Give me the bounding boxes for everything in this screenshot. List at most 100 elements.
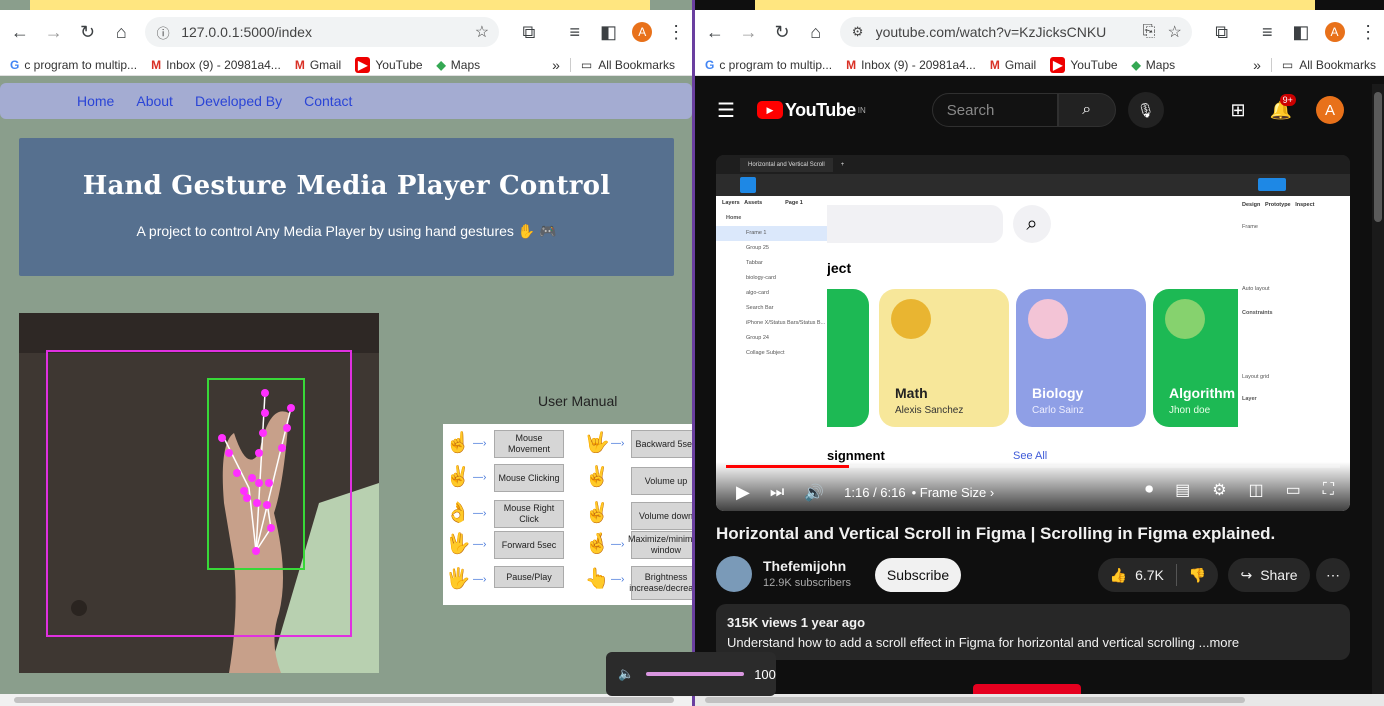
more-actions-icon[interactable]: ⋯: [1316, 558, 1350, 592]
bookmark-item[interactable]: ◆ Maps: [437, 58, 481, 72]
bookmark-label: Inbox (9) - 20981a4...: [861, 57, 976, 72]
like-count[interactable]: 6.7K: [1135, 567, 1164, 583]
media-icon[interactable]: ≡: [559, 16, 591, 48]
progress-bar[interactable]: [726, 465, 1340, 468]
settings-icon[interactable]: ⚙: [1212, 480, 1226, 500]
media-icon[interactable]: ≡: [1251, 16, 1283, 48]
channel-avatar[interactable]: [716, 556, 752, 592]
dislike-icon[interactable]: 👎: [1189, 567, 1206, 584]
bookmark-item[interactable]: M Inbox (9) - 20981a4...: [846, 58, 976, 72]
side-panel-icon[interactable]: ◧: [593, 16, 625, 48]
subtitles-icon[interactable]: ▤: [1175, 480, 1190, 500]
bookmark-star-icon[interactable]: ☆: [475, 22, 489, 42]
profile-button[interactable]: A: [1319, 16, 1351, 48]
nav-developed-by[interactable]: Developed By: [195, 93, 282, 109]
play-icon[interactable]: ▶: [736, 482, 750, 503]
all-bookmarks-link[interactable]: All Bookmarks: [1299, 58, 1376, 72]
info-icon: ⓘ: [156, 25, 170, 41]
description-box[interactable]: 315K views 1 year ago Understand how to …: [716, 604, 1350, 660]
bookmark-star-icon[interactable]: ☆: [1167, 22, 1181, 42]
bookmark-item[interactable]: ▶ YouTube: [355, 56, 423, 73]
account-avatar[interactable]: A: [1316, 96, 1344, 124]
bookmark-item[interactable]: Gc program to multip...: [705, 58, 832, 72]
scrollbar-thumb[interactable]: [1374, 92, 1382, 222]
horizontal-scrollbar[interactable]: [0, 694, 692, 706]
layer-item: algo-card: [746, 290, 769, 296]
bookmark-item[interactable]: Gc program to multip...: [10, 58, 137, 72]
layer-item: Collage Subject: [746, 350, 785, 356]
user-manual-label: User Manual: [538, 393, 618, 409]
more-bookmarks-icon[interactable]: »: [1253, 57, 1261, 73]
search-button[interactable]: ⌕: [1057, 93, 1116, 127]
nav-contact[interactable]: Contact: [304, 93, 352, 109]
theater-mode-icon[interactable]: ▭: [1286, 480, 1301, 500]
gesture-icon: ✌: [584, 466, 610, 488]
profile-button[interactable]: A: [626, 16, 658, 48]
autoplay-toggle-icon[interactable]: ⏺: [1145, 481, 1153, 499]
reload-icon[interactable]: ↻: [766, 16, 798, 48]
nav-about[interactable]: About: [136, 93, 173, 109]
youtube-icon: ▶: [355, 56, 371, 73]
side-panel-icon[interactable]: ◧: [1285, 16, 1317, 48]
figma-tab: Horizontal and Vertical Scroll: [740, 157, 833, 172]
volume-track[interactable]: [646, 672, 745, 676]
gesture-action: Forward 5sec: [494, 531, 564, 559]
subscribe-button[interactable]: Subscribe: [875, 558, 961, 592]
home-icon[interactable]: ⌂: [105, 16, 137, 48]
miniplayer-icon[interactable]: ◫: [1249, 480, 1264, 500]
gesture-action: Volume up: [631, 467, 692, 495]
back-icon[interactable]: ←: [699, 16, 731, 48]
youtube-logo[interactable]: ▶ YouTube IN: [756, 100, 866, 121]
canvas-bottom-heading: signment: [827, 448, 885, 463]
next-video-thumbnail[interactable]: [973, 684, 1081, 694]
address-bar[interactable]: ⓘ 127.0.0.1:5000/index ☆: [145, 17, 500, 47]
volume-icon[interactable]: 🔊: [804, 483, 824, 503]
arrow-icon: —›: [611, 574, 625, 585]
back-icon[interactable]: ←: [4, 16, 36, 48]
home-icon[interactable]: ⌂: [800, 16, 832, 48]
manual-row: ✌ —› Mouse Clicking ✌ Volume up: [443, 464, 692, 495]
search-input[interactable]: Search: [931, 93, 1058, 127]
hamburger-menu-icon[interactable]: ☰: [717, 98, 735, 123]
create-icon[interactable]: ⊞: [1230, 100, 1245, 121]
bookmark-item[interactable]: ▶ YouTube: [1050, 56, 1118, 73]
extensions-icon[interactable]: ⧉: [1206, 16, 1238, 48]
nav-home[interactable]: Home: [77, 93, 114, 109]
horizontal-scrollbar[interactable]: [695, 694, 1384, 706]
address-bar[interactable]: ⚙ youtube.com/watch?v=KzJicksCNKU ⎘ ☆: [839, 17, 1192, 47]
share-button[interactable]: ↪ Share: [1228, 558, 1310, 592]
layer-item: Home: [726, 215, 742, 221]
scrollbar-thumb[interactable]: [705, 697, 1245, 703]
site-settings-icon[interactable]: ⚙: [850, 24, 866, 40]
reload-icon[interactable]: ↻: [72, 16, 104, 48]
vertical-scrollbar[interactable]: [1372, 84, 1384, 706]
chapter-label[interactable]: • Frame Size ›: [912, 485, 995, 500]
next-icon[interactable]: ⏭: [770, 484, 784, 502]
bookmark-item[interactable]: M Gmail: [990, 58, 1036, 72]
bookmark-item[interactable]: M Gmail: [295, 58, 341, 72]
voice-search-button[interactable]: 🎙: [1127, 92, 1164, 128]
forward-icon[interactable]: →: [733, 16, 765, 48]
menu-icon[interactable]: ⋮: [660, 16, 692, 48]
channel-name[interactable]: Thefemijohn: [763, 558, 846, 574]
bookmark-item[interactable]: ◆ Maps: [1132, 58, 1176, 72]
all-bookmarks-link[interactable]: All Bookmarks: [598, 58, 675, 72]
gesture-action: Backward 5sec: [631, 430, 692, 458]
like-icon[interactable]: 👍: [1110, 567, 1127, 584]
notifications-icon[interactable]: 🔔 9+: [1270, 93, 1296, 121]
search-icon: ⌕: [1082, 101, 1092, 118]
gesture-action: Mouse Movement: [494, 430, 564, 458]
bookmark-item[interactable]: M Inbox (9) - 20981a4...: [151, 58, 281, 72]
bookmark-label: Maps: [1145, 57, 1176, 72]
install-app-icon[interactable]: ⎘: [1143, 23, 1156, 41]
menu-icon[interactable]: ⋮: [1352, 16, 1384, 48]
video-player[interactable]: Horizontal and Vertical Scroll + Layers …: [716, 155, 1350, 511]
gesture-action: Brightness increase/decrease: [629, 566, 692, 600]
google-icon: G: [10, 57, 20, 72]
more-bookmarks-icon[interactable]: »: [552, 57, 560, 73]
scrollbar-thumb[interactable]: [14, 697, 674, 703]
layer-item: Group 24: [746, 335, 769, 341]
extensions-icon[interactable]: ⧉: [513, 16, 545, 48]
forward-icon[interactable]: →: [38, 16, 70, 48]
fullscreen-icon[interactable]: ⛶: [1323, 481, 1334, 499]
